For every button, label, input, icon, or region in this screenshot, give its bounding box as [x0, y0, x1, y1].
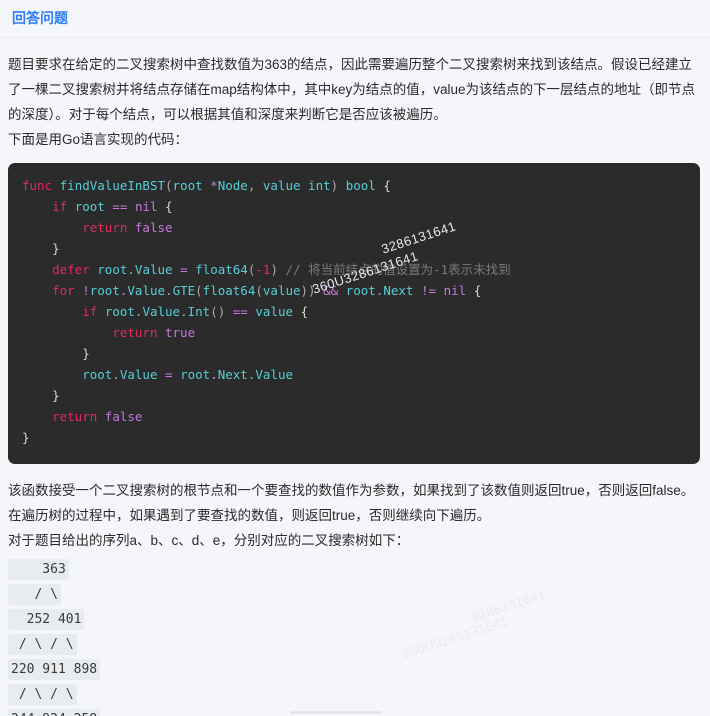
tree-row-text: 363: [8, 559, 69, 580]
panel-header: 回答问题: [0, 0, 710, 38]
intro-section: 题目要求在给定的二叉搜索树中查找数值为363的结点，因此需要遍历整个二叉搜索树来…: [0, 38, 710, 152]
code-line: }: [82, 346, 90, 361]
code-line: }: [52, 388, 60, 403]
code-line: root.Value = root.Next.Value: [82, 367, 294, 382]
tree-row: 363: [8, 557, 702, 582]
tree-row-text: / \: [8, 584, 61, 605]
outro-paragraph-1: 该函数接受一个二叉搜索树的根节点和一个要查找的数值作为参数，如果找到了该数值则返…: [8, 483, 695, 523]
code-line: for !root.Value.GTE(float64(value)) && r…: [52, 283, 482, 298]
code-line: func findValueInBST(root *Node, value in…: [22, 178, 391, 193]
tree-row: / \ / \: [8, 682, 702, 707]
tree-row-text: / \ / \: [8, 684, 77, 705]
code-line: defer root.Value = float64(-1) // 将当前结点的…: [52, 262, 511, 277]
tree-row: 252 401: [8, 607, 702, 632]
tree-row-text: 244 924 258: [8, 709, 101, 716]
tree-row: / \: [8, 582, 702, 607]
code-line: if root == nil {: [52, 199, 173, 214]
code-block[interactable]: func findValueInBST(root *Node, value in…: [8, 163, 700, 464]
outro-paragraph-2: 对于题目给出的序列a、b、c、d、e，分别对应的二叉搜索树如下：: [8, 533, 410, 548]
tree-row: / \ / \: [8, 632, 702, 657]
answer-panel: 回答问题 题目要求在给定的二叉搜索树中查找数值为363的结点，因此需要遍历整个二…: [0, 0, 710, 716]
code-line: if root.Value.Int() == value {: [82, 304, 309, 319]
page-title: 回答问题: [12, 10, 68, 26]
code-comment: // 将当前结点的值设置为-1表示未找到: [285, 262, 511, 277]
tree-row-text: / \ / \: [8, 634, 77, 655]
outro-section: 该函数接受一个二叉搜索树的根节点和一个要查找的数值作为参数，如果找到了该数值则返…: [0, 464, 710, 553]
code-line: return false: [52, 409, 143, 424]
intro-paragraph-1: 题目要求在给定的二叉搜索树中查找数值为363的结点，因此需要遍历整个二叉搜索树来…: [8, 57, 696, 122]
tree-row-text: 220 911 898: [8, 659, 101, 680]
code-line: return true: [112, 325, 196, 340]
code-line: }: [52, 241, 60, 256]
bst-ascii-tree: 363 / \ 252 401 / \ / \ 220 911 898 / \ …: [0, 553, 710, 716]
tree-row-text: 252 401: [8, 609, 85, 630]
code-content[interactable]: func findValueInBST(root *Node, value in…: [8, 175, 700, 448]
intro-paragraph-2: 下面是用Go语言实现的代码：: [8, 132, 189, 147]
code-line: return false: [82, 220, 173, 235]
horizontal-scrollbar[interactable]: [290, 711, 382, 714]
code-line: }: [22, 430, 30, 445]
tree-row: 220 911 898: [8, 657, 702, 682]
